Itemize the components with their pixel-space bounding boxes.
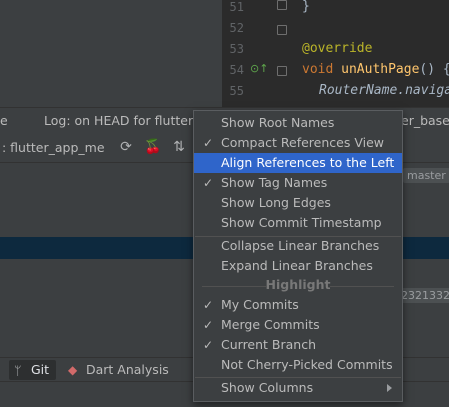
code-editor[interactable]: 51 52 53 54 55 ⊙↑ } @override void unAut… bbox=[222, 0, 449, 107]
override-gutter-icon[interactable]: ⊙↑ bbox=[250, 62, 268, 75]
menu-item-collapse-linear-branches[interactable]: Collapse Linear Branches bbox=[194, 236, 402, 256]
line-number: 51 bbox=[229, 0, 244, 14]
git-icon: ᛘ bbox=[14, 363, 22, 378]
code-line: RouterName.naviga bbox=[319, 83, 449, 98]
code-keyword: void bbox=[302, 62, 342, 77]
menu-item-align-references-left[interactable]: Align References to the Left bbox=[194, 153, 402, 173]
menu-separator bbox=[330, 286, 394, 287]
fold-marker-icon[interactable] bbox=[277, 66, 287, 76]
dart-analysis-icon: ◆ bbox=[68, 363, 78, 377]
log-options-menu: Show Root Names ✓ Compact References View… bbox=[193, 110, 403, 402]
code-function: unAuthPage bbox=[341, 62, 420, 77]
refresh-icon[interactable]: ⟳ bbox=[117, 138, 135, 156]
check-icon: ✓ bbox=[203, 136, 214, 150]
submenu-arrow-icon bbox=[387, 384, 392, 392]
menu-item-merge-commits[interactable]: ✓ Merge Commits bbox=[194, 315, 402, 335]
menu-item-not-cherry-picked[interactable]: Not Cherry-Picked Commits bbox=[194, 355, 402, 375]
highlight-header: Highlight bbox=[265, 277, 331, 292]
git-label: Git bbox=[31, 362, 50, 377]
sort-icon[interactable]: ⇅ bbox=[170, 138, 188, 156]
branch-tag: master bbox=[403, 168, 449, 183]
tab-partial-right[interactable]: er_base_ bbox=[401, 113, 449, 128]
menu-item-show-columns[interactable]: Show Columns bbox=[194, 378, 402, 398]
menu-item-expand-linear-branches[interactable]: Expand Linear Branches bbox=[194, 256, 402, 276]
code-rest: () { bbox=[419, 62, 449, 77]
code-line: @override bbox=[302, 41, 373, 56]
commit-hash: 2321332 bbox=[397, 288, 449, 303]
dart-analysis-label: Dart Analysis bbox=[86, 362, 169, 377]
check-icon: ✓ bbox=[203, 338, 214, 352]
line-number: 55 bbox=[229, 84, 244, 98]
menu-item-my-commits[interactable]: ✓ My Commits bbox=[194, 295, 402, 315]
menu-item-show-commit-timestamp[interactable]: Show Commit Timestamp bbox=[194, 213, 402, 233]
menu-item-show-root-names[interactable]: Show Root Names bbox=[194, 113, 402, 133]
menu-item-compact-references[interactable]: ✓ Compact References View bbox=[194, 133, 402, 153]
branch-filter[interactable]: : flutter_app_me bbox=[2, 140, 105, 155]
line-number: 53 bbox=[229, 42, 244, 56]
fold-marker-icon[interactable] bbox=[277, 25, 287, 35]
check-icon: ✓ bbox=[203, 318, 214, 332]
menu-item-show-long-edges[interactable]: Show Long Edges bbox=[194, 193, 402, 213]
line-number: 54 bbox=[229, 63, 244, 77]
cherry-pick-icon[interactable]: 🍒 bbox=[144, 138, 162, 156]
line-number: 52 bbox=[229, 21, 244, 35]
git-tool-button[interactable]: ᛘ Git bbox=[9, 360, 56, 380]
tab-partial[interactable]: e bbox=[0, 113, 8, 128]
code-line: void unAuthPage() { bbox=[302, 62, 449, 77]
menu-item-show-tag-names[interactable]: ✓ Show Tag Names bbox=[194, 173, 402, 193]
check-icon: ✓ bbox=[203, 176, 214, 190]
check-icon: ✓ bbox=[203, 298, 214, 312]
fold-marker-icon[interactable] bbox=[277, 0, 287, 10]
menu-item-current-branch[interactable]: ✓ Current Branch bbox=[194, 335, 402, 355]
tab-log[interactable]: Log: on HEAD for flutter_b bbox=[44, 113, 207, 128]
code-line: } bbox=[302, 0, 310, 14]
